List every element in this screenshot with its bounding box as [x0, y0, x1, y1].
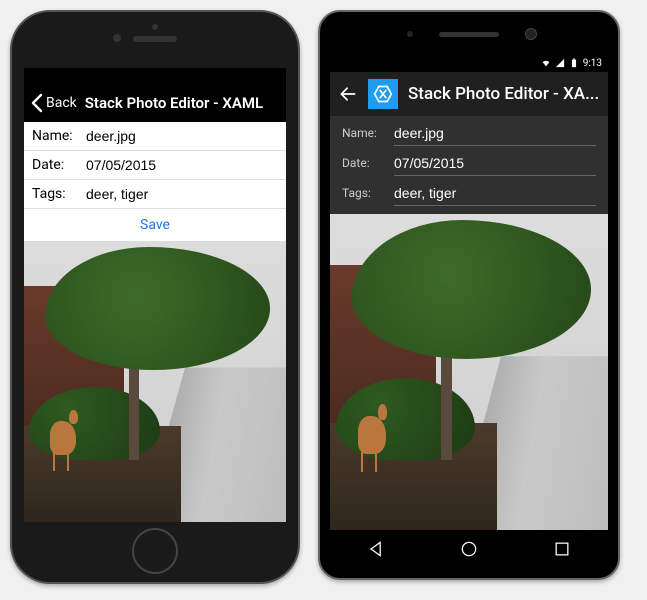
- iphone-sensor: [152, 24, 158, 30]
- tags-label: Tags:: [342, 186, 394, 206]
- date-row: Date:: [330, 146, 608, 176]
- android-front-camera: [525, 28, 537, 40]
- status-time: 9:13: [583, 58, 602, 69]
- tags-input[interactable]: [86, 184, 278, 204]
- date-row: Date:: [24, 151, 286, 180]
- name-row: Name:: [330, 116, 608, 146]
- date-label: Date:: [32, 157, 86, 173]
- nav-recent-button[interactable]: [552, 539, 572, 559]
- wifi-icon: [541, 58, 551, 68]
- deer-photo: [330, 214, 608, 530]
- iphone-speaker: [133, 36, 177, 42]
- date-input[interactable]: [86, 155, 278, 175]
- name-input[interactable]: [86, 126, 278, 146]
- circle-home-icon: [459, 539, 479, 559]
- iphone-front-camera: [113, 34, 121, 42]
- tags-row: Tags:: [24, 180, 286, 209]
- ios-navigation-bar: Back Stack Photo Editor - XAML: [24, 84, 286, 122]
- name-input[interactable]: [394, 120, 596, 146]
- android-speaker: [439, 32, 499, 37]
- ios-status-bar: [24, 68, 286, 84]
- name-label: Name:: [342, 126, 394, 146]
- date-label: Date:: [342, 156, 394, 176]
- back-button[interactable]: Back: [30, 93, 77, 113]
- android-screen: 9:13 Stack Photo Editor - XA... Name:: [330, 54, 608, 568]
- tags-row: Tags:: [330, 176, 608, 206]
- page-title: Stack Photo Editor - XA...: [408, 84, 600, 104]
- android-device-frame: 9:13 Stack Photo Editor - XA... Name:: [318, 10, 620, 580]
- photo-preview: [24, 241, 286, 522]
- photo-preview: [330, 214, 608, 530]
- home-button[interactable]: [132, 528, 178, 574]
- signal-icon: [555, 58, 565, 68]
- android-app-bar: Stack Photo Editor - XA...: [330, 72, 608, 116]
- deer-photo: [24, 241, 286, 522]
- iphone-screen: Back Stack Photo Editor - XAML Name: Dat…: [24, 68, 286, 522]
- back-label: Back: [46, 95, 77, 111]
- square-recent-icon: [552, 539, 572, 559]
- triangle-back-icon: [366, 539, 386, 559]
- nav-back-button[interactable]: [366, 539, 386, 559]
- android-navigation-bar: [330, 530, 608, 568]
- tags-label: Tags:: [32, 186, 86, 202]
- save-button[interactable]: Save: [24, 209, 286, 241]
- nav-home-button[interactable]: [459, 539, 479, 559]
- back-button[interactable]: [338, 84, 358, 104]
- battery-icon: [569, 58, 579, 68]
- android-sensor: [407, 31, 413, 37]
- name-label: Name:: [32, 128, 86, 144]
- ios-content: Name: Date: Tags: Save: [24, 122, 286, 522]
- arrow-left-icon: [338, 84, 358, 104]
- page-title: Stack Photo Editor - XAML: [85, 94, 280, 112]
- android-content: Name: Date: Tags:: [330, 116, 608, 530]
- date-input[interactable]: [394, 150, 596, 176]
- name-row: Name:: [24, 122, 286, 151]
- iphone-device-frame: Back Stack Photo Editor - XAML Name: Dat…: [10, 10, 300, 584]
- tags-input[interactable]: [394, 180, 596, 206]
- chevron-left-icon: [30, 93, 44, 113]
- android-status-bar: 9:13: [330, 54, 608, 72]
- xamarin-logo-icon: [368, 79, 398, 109]
